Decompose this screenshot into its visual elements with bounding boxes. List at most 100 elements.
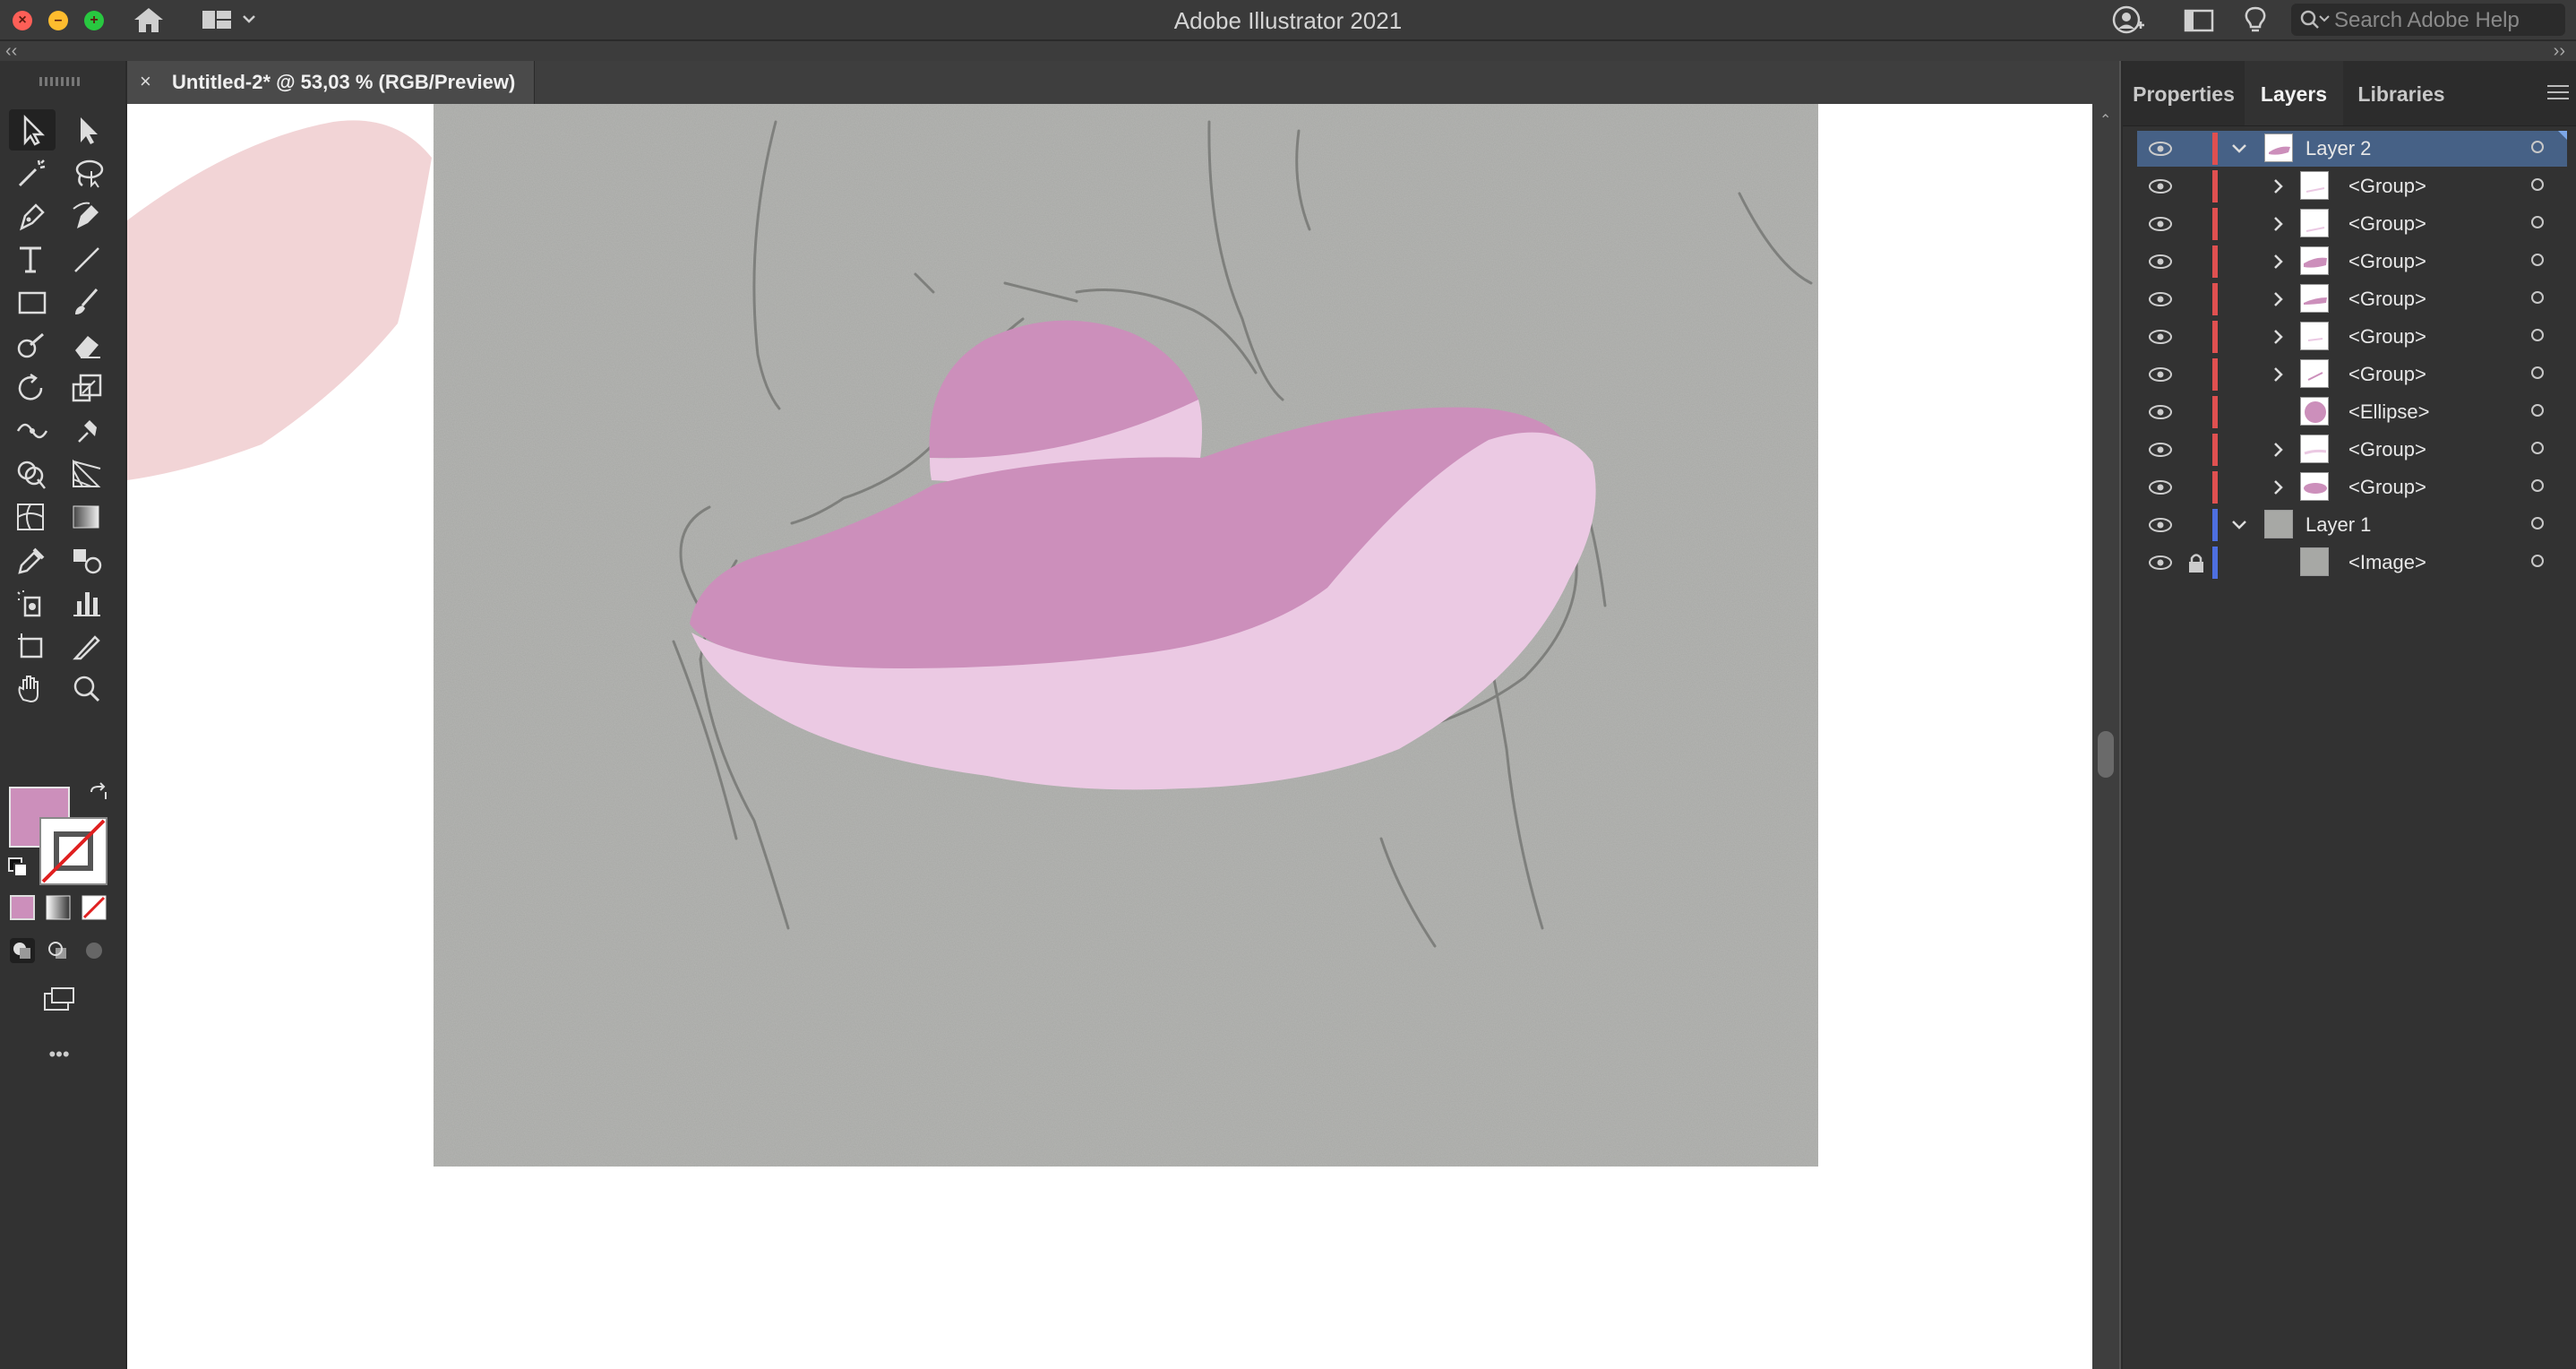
eye-icon[interactable] — [2148, 554, 2173, 572]
layer-row-group[interactable]: <Group> — [2137, 206, 2567, 242]
layer-row-image[interactable]: <Image> — [2137, 545, 2567, 581]
target-circle-icon[interactable] — [2531, 216, 2544, 228]
eye-icon[interactable] — [2148, 403, 2173, 421]
document-tab[interactable]: × Untitled-2* @ 53,03 % (RGB/Preview) — [127, 61, 535, 104]
swap-fill-stroke-button[interactable] — [86, 781, 113, 808]
hand-tool[interactable] — [9, 668, 56, 710]
artboard-tool[interactable] — [9, 625, 56, 667]
target-circle-icon[interactable] — [2531, 479, 2544, 492]
blend-tool[interactable] — [64, 539, 111, 581]
screen-mode-button[interactable] — [36, 978, 82, 1020]
vertical-scrollbar[interactable]: ⌃ — [2092, 104, 2119, 1369]
layer-row-layer-1[interactable]: Layer 1 — [2137, 507, 2567, 543]
rectangle-tool[interactable] — [9, 281, 56, 323]
account-button[interactable] — [2110, 5, 2146, 34]
width-tool[interactable] — [9, 410, 56, 452]
layer-row-group[interactable]: <Group> — [2137, 168, 2567, 204]
puppet-warp-tool[interactable] — [64, 410, 111, 452]
curvature-tool[interactable] — [64, 195, 111, 237]
mesh-tool[interactable] — [9, 496, 56, 538]
chevron-right-icon[interactable] — [2268, 364, 2289, 385]
tab-layers[interactable]: Layers — [2245, 61, 2343, 125]
slice-tool[interactable] — [64, 625, 111, 667]
layer-row-group[interactable]: <Group> — [2137, 357, 2567, 392]
layer-row-layer-2[interactable]: Layer 2 — [2137, 131, 2567, 167]
target-circle-icon[interactable] — [2531, 404, 2544, 417]
scrollbar-thumb[interactable] — [2098, 731, 2114, 778]
lasso-tool[interactable] — [64, 152, 111, 194]
perspective-grid-tool[interactable] — [64, 453, 111, 495]
paintbrush-tool[interactable] — [64, 281, 111, 323]
zoom-tool[interactable] — [64, 668, 111, 710]
target-circle-icon[interactable] — [2531, 291, 2544, 304]
toolbar-grip[interactable] — [39, 77, 82, 86]
target-circle-icon[interactable] — [2531, 517, 2544, 530]
discover-button[interactable] — [2237, 5, 2273, 34]
gradient-mode-button[interactable] — [45, 894, 72, 921]
target-circle-icon[interactable] — [2531, 442, 2544, 454]
close-document-icon[interactable]: × — [140, 70, 151, 93]
target-circle-icon[interactable] — [2531, 366, 2544, 379]
shape-builder-tool[interactable] — [9, 453, 56, 495]
selection-tool[interactable] — [9, 109, 56, 151]
eye-icon[interactable] — [2148, 441, 2173, 459]
eye-icon[interactable] — [2148, 328, 2173, 346]
chevron-right-icon[interactable] — [2268, 176, 2289, 197]
eye-icon[interactable] — [2148, 253, 2173, 271]
magic-wand-tool[interactable] — [9, 152, 56, 194]
shaper-tool[interactable] — [9, 324, 56, 366]
chevron-right-icon[interactable] — [2268, 477, 2289, 498]
chevron-right-icon[interactable] — [2268, 288, 2289, 310]
eye-icon[interactable] — [2148, 140, 2173, 158]
target-circle-icon[interactable] — [2531, 141, 2544, 153]
eye-icon[interactable] — [2148, 516, 2173, 534]
help-search-input[interactable] — [2332, 5, 2560, 36]
edit-toolbar-button[interactable]: ••• — [36, 1034, 82, 1075]
layer-row-group[interactable]: <Group> — [2137, 244, 2567, 280]
draw-behind-button[interactable] — [45, 937, 72, 964]
lock-icon[interactable] — [2187, 552, 2205, 573]
eye-icon[interactable] — [2148, 215, 2173, 233]
layer-row-group[interactable]: <Group> — [2137, 432, 2567, 468]
chevron-right-icon[interactable] — [2268, 439, 2289, 461]
eye-icon[interactable] — [2148, 366, 2173, 383]
direct-selection-tool[interactable] — [64, 109, 111, 151]
sketch-image[interactable] — [434, 104, 1818, 1167]
target-circle-icon[interactable] — [2531, 555, 2544, 567]
symbol-sprayer-tool[interactable] — [9, 582, 56, 624]
eye-icon[interactable] — [2148, 478, 2173, 496]
color-mode-button[interactable] — [9, 894, 36, 921]
default-fill-stroke-button[interactable] — [5, 855, 32, 882]
stroke-color-swatch[interactable] — [39, 817, 107, 885]
eyedropper-tool[interactable] — [9, 539, 56, 581]
layer-row-ellipse[interactable]: <Ellipse> — [2137, 394, 2567, 430]
collapse-right-icon[interactable]: ›› — [2554, 41, 2565, 62]
scale-tool[interactable] — [64, 367, 111, 409]
collapse-left-icon[interactable]: ‹‹ — [5, 41, 17, 62]
chevron-down-icon[interactable] — [2228, 138, 2250, 159]
draw-normal-button[interactable] — [9, 937, 36, 964]
chevron-right-icon[interactable] — [2268, 326, 2289, 348]
gradient-tool[interactable] — [64, 496, 111, 538]
tab-libraries[interactable]: Libraries — [2343, 61, 2460, 125]
none-mode-button[interactable] — [81, 894, 107, 921]
target-circle-icon[interactable] — [2531, 254, 2544, 266]
draw-inside-button[interactable] — [81, 937, 107, 964]
type-tool[interactable] — [9, 238, 56, 280]
column-graph-tool[interactable] — [64, 582, 111, 624]
pen-tool[interactable] — [9, 195, 56, 237]
eye-icon[interactable] — [2148, 290, 2173, 308]
eraser-tool[interactable] — [64, 324, 111, 366]
chevron-right-icon[interactable] — [2268, 251, 2289, 272]
chevron-down-icon[interactable] — [2228, 514, 2250, 536]
rotate-tool[interactable] — [9, 367, 56, 409]
canvas-area[interactable] — [127, 104, 2092, 1369]
layer-row-group[interactable]: <Group> — [2137, 469, 2567, 505]
help-search[interactable] — [2291, 4, 2565, 36]
chevron-right-icon[interactable] — [2268, 213, 2289, 235]
layer-row-group[interactable]: <Group> — [2137, 281, 2567, 317]
panel-menu-icon[interactable] — [2547, 84, 2569, 100]
tab-properties[interactable]: Properties — [2123, 61, 2245, 125]
arrange-documents-button[interactable] — [2182, 5, 2218, 34]
target-circle-icon[interactable] — [2531, 178, 2544, 191]
